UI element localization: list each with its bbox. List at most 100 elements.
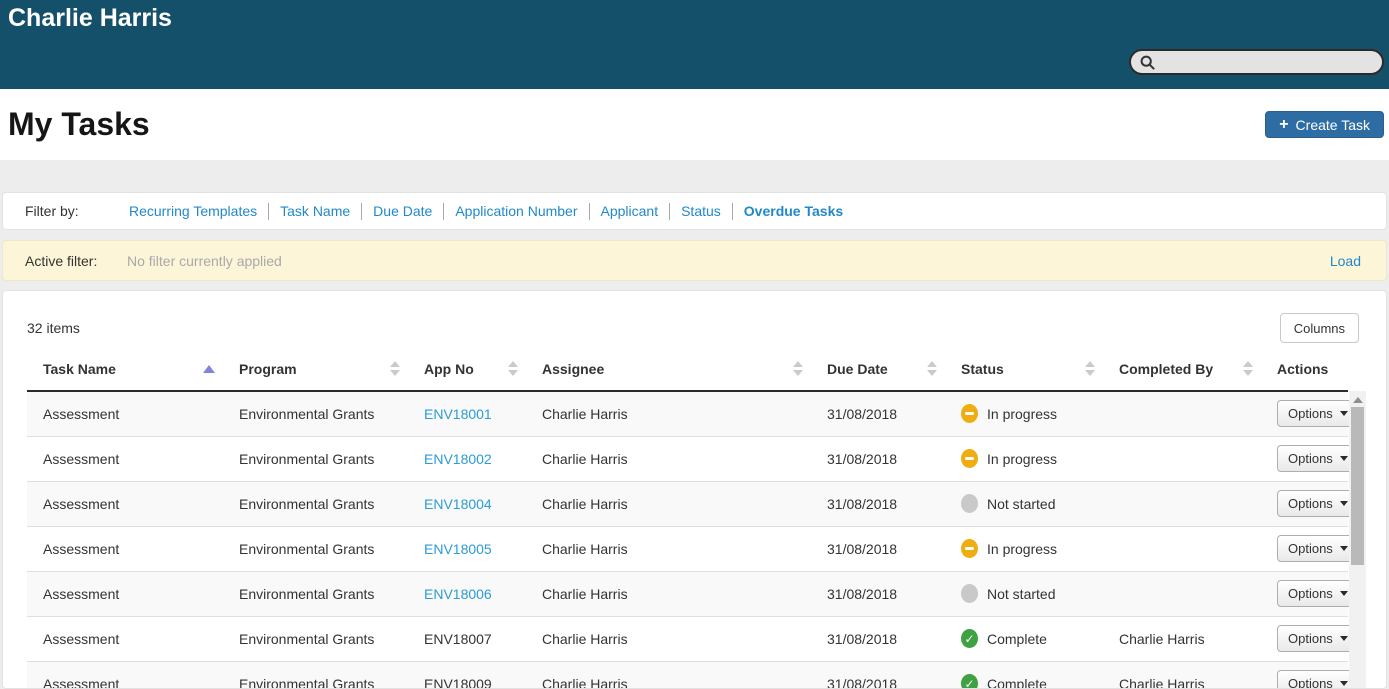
cell-status: Complete <box>945 661 1103 689</box>
filter-link-applicant[interactable]: Applicant <box>601 203 659 219</box>
load-filter-link[interactable]: Load <box>1330 253 1386 269</box>
caret-down-icon <box>1340 591 1348 596</box>
status-in-progress-icon <box>961 539 978 558</box>
options-button[interactable]: Options <box>1277 490 1359 517</box>
filter-link-application-number[interactable]: Application Number <box>455 203 577 219</box>
column-header-assignee[interactable]: Assignee <box>526 347 811 391</box>
status-not-started-icon <box>961 584 978 603</box>
search-input[interactable] <box>1155 51 1382 73</box>
status-complete-icon <box>961 674 978 689</box>
filter-link-task-name[interactable]: Task Name <box>280 203 350 219</box>
cell-app-no: ENV18004 <box>408 481 526 526</box>
cell-program: Environmental Grants <box>223 526 408 571</box>
status-label: Complete <box>987 631 1047 647</box>
search-box[interactable] <box>1129 49 1384 75</box>
status-label: In progress <box>987 406 1057 422</box>
filter-link-status[interactable]: Status <box>681 203 721 219</box>
cell-task-name: Assessment <box>27 481 223 526</box>
filter-separator <box>268 203 269 220</box>
scrollbar-thumb[interactable] <box>1351 407 1364 565</box>
cell-task-name: Assessment <box>27 571 223 616</box>
column-header-actions: Actions <box>1261 347 1348 391</box>
table-row: Assessment Environmental Grants ENV18007… <box>27 616 1348 661</box>
cell-task-name: Assessment <box>27 616 223 661</box>
options-button[interactable]: Options <box>1277 580 1359 607</box>
cell-status: In progress <box>945 391 1103 436</box>
cell-assignee: Charlie Harris <box>526 616 811 661</box>
table-row: Assessment Environmental Grants ENV18002… <box>27 436 1348 481</box>
tasks-table-panel: 32 items Columns Task NameProgramApp NoA… <box>2 290 1387 689</box>
cell-app-no: ENV18007 <box>408 616 526 661</box>
filter-separator <box>669 203 670 220</box>
table-row: Assessment Environmental Grants ENV18005… <box>27 526 1348 571</box>
cell-status: Not started <box>945 571 1103 616</box>
column-header-task-name[interactable]: Task Name <box>27 347 223 391</box>
page-content: Filter by: Recurring TemplatesTask NameD… <box>0 160 1389 689</box>
column-header-program[interactable]: Program <box>223 347 408 391</box>
filter-link-due-date[interactable]: Due Date <box>373 203 432 219</box>
cell-program: Environmental Grants <box>223 391 408 436</box>
app-no-link[interactable]: ENV18006 <box>424 586 492 602</box>
options-button[interactable]: Options <box>1277 670 1359 689</box>
cell-due-date: 31/08/2018 <box>811 481 945 526</box>
app-no-link[interactable]: ENV18002 <box>424 451 492 467</box>
active-filter-label: Active filter: <box>3 253 127 269</box>
caret-down-icon <box>1340 456 1348 461</box>
cell-completed-by <box>1103 481 1261 526</box>
cell-due-date: 31/08/2018 <box>811 436 945 481</box>
options-button[interactable]: Options <box>1277 535 1359 562</box>
cell-app-no: ENV18005 <box>408 526 526 571</box>
options-button[interactable]: Options <box>1277 400 1359 427</box>
filter-link-recurring-templates[interactable]: Recurring Templates <box>129 203 257 219</box>
column-header-completed-by[interactable]: Completed By <box>1103 347 1261 391</box>
cell-program: Environmental Grants <box>223 571 408 616</box>
cell-app-no: ENV18009 <box>408 661 526 689</box>
options-button[interactable]: Options <box>1277 445 1359 472</box>
cell-completed-by <box>1103 436 1261 481</box>
active-filter-bar: Active filter: No filter currently appli… <box>2 240 1387 281</box>
create-task-button[interactable]: + Create Task <box>1265 111 1384 138</box>
cell-completed-by <box>1103 571 1261 616</box>
columns-button[interactable]: Columns <box>1280 313 1359 343</box>
top-banner: Charlie Harris <box>0 0 1389 89</box>
page-title: My Tasks <box>8 106 150 143</box>
status-label: Not started <box>987 496 1055 512</box>
sort-icon <box>793 361 803 376</box>
cell-assignee: Charlie Harris <box>526 391 811 436</box>
status-label: Not started <box>987 586 1055 602</box>
app-no-link[interactable]: ENV18001 <box>424 406 492 422</box>
cell-completed-by: Charlie Harris <box>1103 661 1261 689</box>
tasks-table: Task NameProgramApp NoAssigneeDue DateSt… <box>27 347 1348 689</box>
cell-app-no: ENV18001 <box>408 391 526 436</box>
caret-down-icon <box>1340 501 1348 506</box>
app-no-link[interactable]: ENV18004 <box>424 496 492 512</box>
table-scrollbar[interactable] <box>1349 391 1366 688</box>
column-header-status[interactable]: Status <box>945 347 1103 391</box>
status-label: In progress <box>987 451 1057 467</box>
cell-due-date: 31/08/2018 <box>811 391 945 436</box>
cell-task-name: Assessment <box>27 436 223 481</box>
cell-assignee: Charlie Harris <box>526 526 811 571</box>
cell-completed-by <box>1103 526 1261 571</box>
cell-status: Not started <box>945 481 1103 526</box>
app-no-link[interactable]: ENV18005 <box>424 541 492 557</box>
app-window: Charlie Harris My Tasks + Create Task Fi… <box>0 0 1389 689</box>
cell-due-date: 31/08/2018 <box>811 526 945 571</box>
cell-app-no: ENV18006 <box>408 571 526 616</box>
table-row: Assessment Environmental Grants ENV18001… <box>27 391 1348 436</box>
sort-icon <box>390 361 400 376</box>
status-in-progress-icon <box>961 449 978 468</box>
column-header-app-no[interactable]: App No <box>408 347 526 391</box>
cell-status: In progress <box>945 436 1103 481</box>
filter-link-overdue-tasks[interactable]: Overdue Tasks <box>744 203 843 219</box>
scroll-up-icon[interactable] <box>1353 397 1363 403</box>
filter-separator <box>589 203 590 220</box>
search-icon <box>1140 55 1155 70</box>
status-label: Complete <box>987 676 1047 689</box>
cell-task-name: Assessment <box>27 661 223 689</box>
cell-status: Complete <box>945 616 1103 661</box>
column-header-due-date[interactable]: Due Date <box>811 347 945 391</box>
create-task-label: Create Task <box>1296 117 1370 133</box>
options-button[interactable]: Options <box>1277 625 1359 652</box>
cell-assignee: Charlie Harris <box>526 661 811 689</box>
